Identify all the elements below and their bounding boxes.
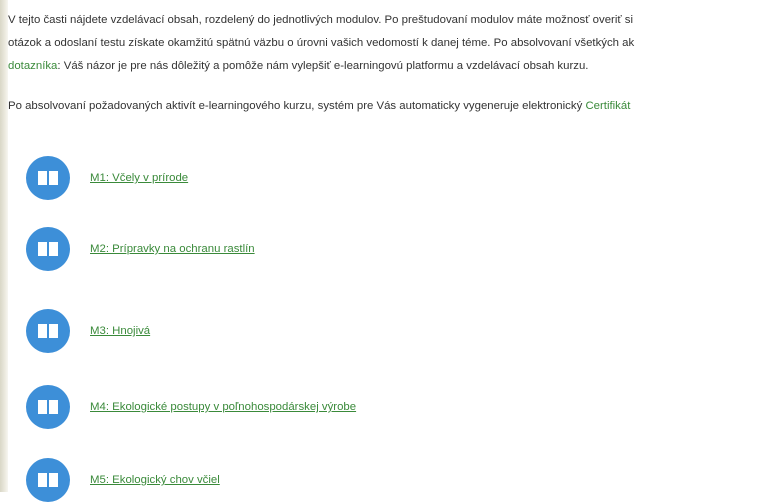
module-link-m1[interactable]: M1: Včely v prírode <box>90 172 188 184</box>
module-item-m1[interactable]: M1: Včely v prírode <box>26 155 526 201</box>
module-link-m3[interactable]: M3: Hnojivá <box>90 325 150 337</box>
book-icon[interactable] <box>26 385 70 429</box>
certificate-link[interactable]: Certifikát <box>585 100 630 112</box>
module-item-m4[interactable]: M4: Ekologické postupy v poľnohospodársk… <box>26 384 526 430</box>
module-item-m5[interactable]: M5: Ekologický chov včiel <box>26 457 526 503</box>
module-item-m3[interactable]: M3: Hnojivá <box>26 308 526 354</box>
book-icon[interactable] <box>26 458 70 502</box>
module-link-m2[interactable]: M2: Prípravky na ochranu rastlín <box>90 243 255 255</box>
intro-line-3: dotazníka: Váš názor je pre nás dôležitý… <box>8 54 588 78</box>
left-edge-decoration <box>0 0 8 492</box>
intro-line-1: V tejto časti nájdete vzdelávací obsah, … <box>8 14 634 26</box>
questionnaire-link[interactable]: dotazníka <box>8 60 57 72</box>
intro-line-4: Po absolvovaní požadovaných aktivít e-le… <box>8 94 630 118</box>
intro-line-4-text: Po absolvovaní požadovaných aktivít e-le… <box>8 100 586 112</box>
intro-line-2: otázok a odoslaní testu získate okamžitú… <box>8 37 635 49</box>
book-icon[interactable] <box>26 156 70 200</box>
module-item-m2[interactable]: M2: Prípravky na ochranu rastlín <box>26 226 526 272</box>
module-link-m5[interactable]: M5: Ekologický chov včiel <box>90 474 220 486</box>
book-icon[interactable] <box>26 227 70 271</box>
intro-line-3-text: : Váš názor je pre nás dôležitý a pomôže… <box>57 60 589 72</box>
module-link-m4[interactable]: M4: Ekologické postupy v poľnohospodársk… <box>90 401 356 413</box>
book-icon[interactable] <box>26 309 70 353</box>
